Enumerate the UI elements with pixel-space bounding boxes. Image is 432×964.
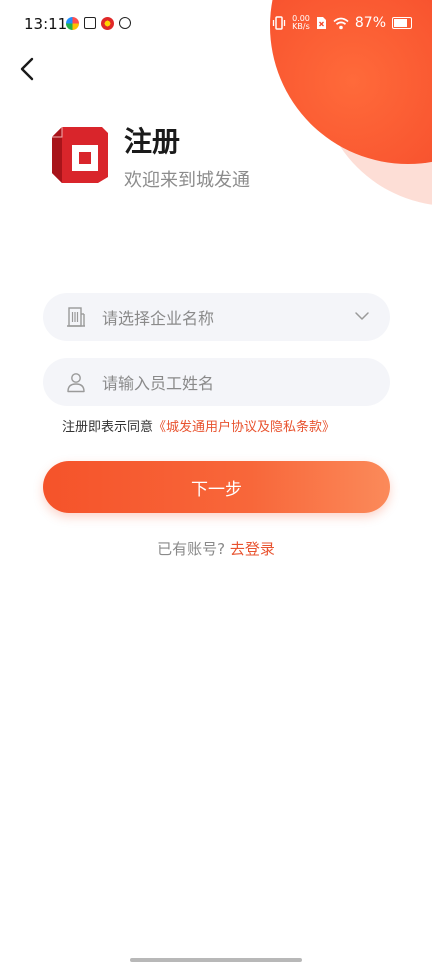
net-speed-unit: KB/s [292, 22, 310, 31]
user-icon [67, 373, 85, 393]
sim-icon [316, 17, 326, 29]
notification-icons [66, 17, 131, 30]
back-button[interactable] [12, 54, 42, 84]
link-icon [119, 17, 131, 29]
chevron-down-icon [355, 312, 369, 320]
employee-name-field[interactable] [43, 358, 390, 408]
wifi-icon [333, 17, 349, 29]
next-button[interactable]: 下一步 [43, 461, 390, 513]
company-input[interactable] [100, 293, 354, 343]
vibrate-icon [272, 16, 286, 30]
back-arrow-icon [20, 57, 34, 81]
company-select[interactable] [43, 293, 390, 343]
agreement-text: 注册即表示同意《城发通用户协议及隐私条款》 [62, 416, 335, 435]
battery-percent: 87% [354, 15, 386, 31]
battery-icon [392, 17, 412, 29]
employee-name-input[interactable] [100, 358, 354, 408]
weibo-icon [101, 17, 114, 30]
agreement-link[interactable]: 《城发通用户协议及隐私条款》 [153, 420, 335, 435]
has-account-text: 已有账号? [157, 540, 226, 558]
home-indicator[interactable] [130, 958, 302, 962]
status-bar: 13:11 0.00 KB/s 87% [0, 0, 432, 50]
status-right: 0.00 KB/s 87% [272, 15, 412, 31]
agreement-prefix: 注册即表示同意 [62, 420, 154, 435]
login-row: 已有账号? 去登录 [0, 538, 432, 559]
calendar-icon [84, 17, 96, 29]
color-wheel-icon [66, 17, 79, 30]
page-title: 注册 [124, 125, 181, 158]
login-link[interactable]: 去登录 [230, 540, 275, 558]
net-speed: 0.00 KB/s [292, 15, 310, 31]
register-screen: 13:11 0.00 KB/s 87% 注册 欢迎来到城发通 请选择企业名称 请… [0, 0, 432, 964]
status-time: 13:11 [24, 15, 68, 33]
building-icon [67, 307, 85, 327]
app-logo [52, 127, 108, 183]
page-subtitle: 欢迎来到城发通 [124, 170, 250, 191]
